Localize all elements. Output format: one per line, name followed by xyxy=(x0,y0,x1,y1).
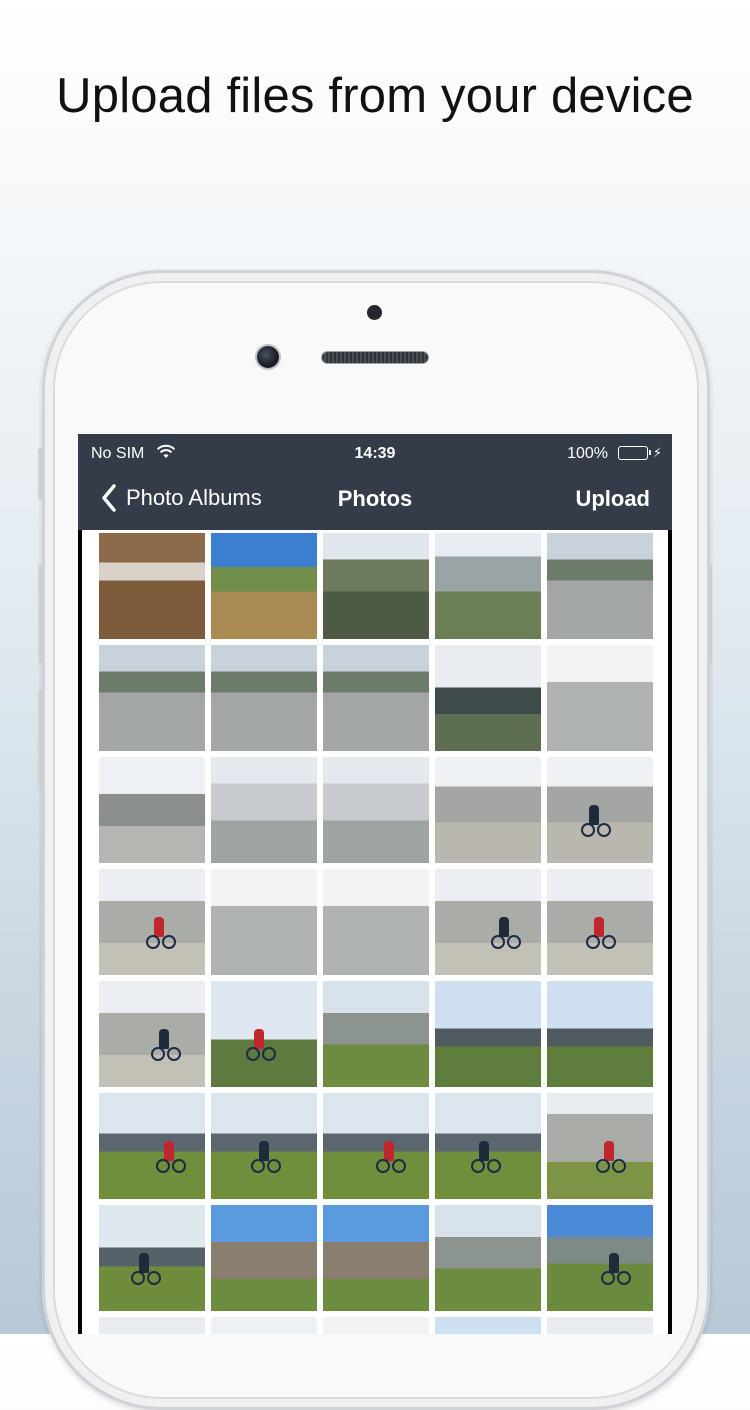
rider-figure xyxy=(594,917,604,937)
bike-wheel xyxy=(167,1047,181,1061)
photo-thumbnail[interactable] xyxy=(323,981,429,1087)
photo-thumbnail[interactable] xyxy=(211,757,317,863)
page-headline: Upload files from your device xyxy=(56,69,694,123)
photo-thumbnail[interactable] xyxy=(547,1317,653,1334)
photo-thumbnail[interactable] xyxy=(211,645,317,751)
rider-figure xyxy=(159,1029,169,1049)
rider-figure xyxy=(139,1253,149,1273)
photo-thumbnail[interactable] xyxy=(99,757,205,863)
bike-wheel xyxy=(146,935,160,949)
bike-wheel xyxy=(392,1159,406,1173)
photo-thumbnail[interactable] xyxy=(435,1317,541,1334)
photo-thumbnail[interactable] xyxy=(99,1317,205,1334)
bike-wheel xyxy=(586,935,600,949)
rider-figure xyxy=(384,1141,394,1161)
status-bar: No SIM 14:39 100% ⚡ xyxy=(78,434,672,474)
bike-wheel xyxy=(267,1159,281,1173)
battery-percent: 100% xyxy=(567,445,608,462)
bike-wheel xyxy=(162,935,176,949)
photo-thumbnail[interactable] xyxy=(435,533,541,639)
photo-thumbnail[interactable] xyxy=(323,757,429,863)
photo-thumbnail[interactable] xyxy=(99,1205,205,1311)
rider-figure xyxy=(604,1141,614,1161)
bike-wheel xyxy=(581,823,595,837)
photo-thumbnail[interactable] xyxy=(323,869,429,975)
charging-icon: ⚡ xyxy=(652,445,662,460)
bike-wheel xyxy=(172,1159,186,1173)
front-camera-icon xyxy=(257,346,279,368)
bike-wheel xyxy=(602,935,616,949)
bike-wheel xyxy=(251,1159,265,1173)
photo-thumbnail[interactable] xyxy=(435,981,541,1087)
photo-thumbnail[interactable] xyxy=(323,1205,429,1311)
photo-thumbnail[interactable] xyxy=(435,1205,541,1311)
photo-thumbnail[interactable] xyxy=(547,1205,653,1311)
photo-thumbnail[interactable] xyxy=(99,1093,205,1199)
proximity-sensor xyxy=(367,305,382,320)
photo-thumbnail[interactable] xyxy=(323,1317,429,1334)
bike-wheel xyxy=(131,1271,145,1285)
bike-wheel xyxy=(246,1047,260,1061)
bike-wheel xyxy=(507,935,521,949)
photo-thumbnail[interactable] xyxy=(211,1317,317,1334)
bike-wheel xyxy=(597,823,611,837)
photo-thumbnail[interactable] xyxy=(99,869,205,975)
photo-thumbnail[interactable] xyxy=(435,869,541,975)
photo-grid xyxy=(99,533,653,1334)
photo-thumbnail[interactable] xyxy=(547,757,653,863)
photo-thumbnail[interactable] xyxy=(547,1093,653,1199)
bike-wheel xyxy=(262,1047,276,1061)
photo-thumbnail[interactable] xyxy=(435,757,541,863)
photo-thumbnail[interactable] xyxy=(211,533,317,639)
photo-thumbnail[interactable] xyxy=(435,645,541,751)
bike-wheel xyxy=(612,1159,626,1173)
bike-wheel xyxy=(601,1271,615,1285)
rider-figure xyxy=(164,1141,174,1161)
photo-thumbnail[interactable] xyxy=(547,869,653,975)
battery-icon xyxy=(618,446,651,460)
bike-wheel xyxy=(147,1271,161,1285)
navigation-bar: No SIM 14:39 100% ⚡ Photo Albums Photos … xyxy=(78,434,672,530)
bike-wheel xyxy=(487,1159,501,1173)
earpiece-speaker xyxy=(322,352,428,363)
bike-wheel xyxy=(471,1159,485,1173)
rider-figure xyxy=(154,917,164,937)
bike-wheel xyxy=(491,935,505,949)
bike-wheel xyxy=(151,1047,165,1061)
rider-figure xyxy=(259,1141,269,1161)
phone-screen: No SIM 14:39 100% ⚡ Photo Albums Photos … xyxy=(78,434,672,1334)
photo-thumbnail[interactable] xyxy=(211,981,317,1087)
bike-wheel xyxy=(156,1159,170,1173)
rider-figure xyxy=(479,1141,489,1161)
photo-thumbnail[interactable] xyxy=(211,1093,317,1199)
photo-thumbnail[interactable] xyxy=(99,645,205,751)
rider-figure xyxy=(254,1029,264,1049)
rider-figure xyxy=(589,805,599,825)
photo-thumbnail[interactable] xyxy=(547,533,653,639)
photo-thumbnail[interactable] xyxy=(99,533,205,639)
photo-thumbnail[interactable] xyxy=(547,981,653,1087)
photo-thumbnail[interactable] xyxy=(435,1093,541,1199)
rider-figure xyxy=(609,1253,619,1273)
photo-thumbnail[interactable] xyxy=(547,645,653,751)
photo-thumbnail[interactable] xyxy=(323,1093,429,1199)
bike-wheel xyxy=(596,1159,610,1173)
photo-thumbnail[interactable] xyxy=(99,981,205,1087)
photo-thumbnail[interactable] xyxy=(323,645,429,751)
photo-thumbnail[interactable] xyxy=(211,869,317,975)
bike-wheel xyxy=(376,1159,390,1173)
upload-button[interactable]: Upload xyxy=(575,486,650,512)
rider-figure xyxy=(499,917,509,937)
photo-gallery[interactable] xyxy=(82,530,668,1334)
photo-thumbnail[interactable] xyxy=(323,533,429,639)
photo-thumbnail[interactable] xyxy=(211,1205,317,1311)
bike-wheel xyxy=(617,1271,631,1285)
